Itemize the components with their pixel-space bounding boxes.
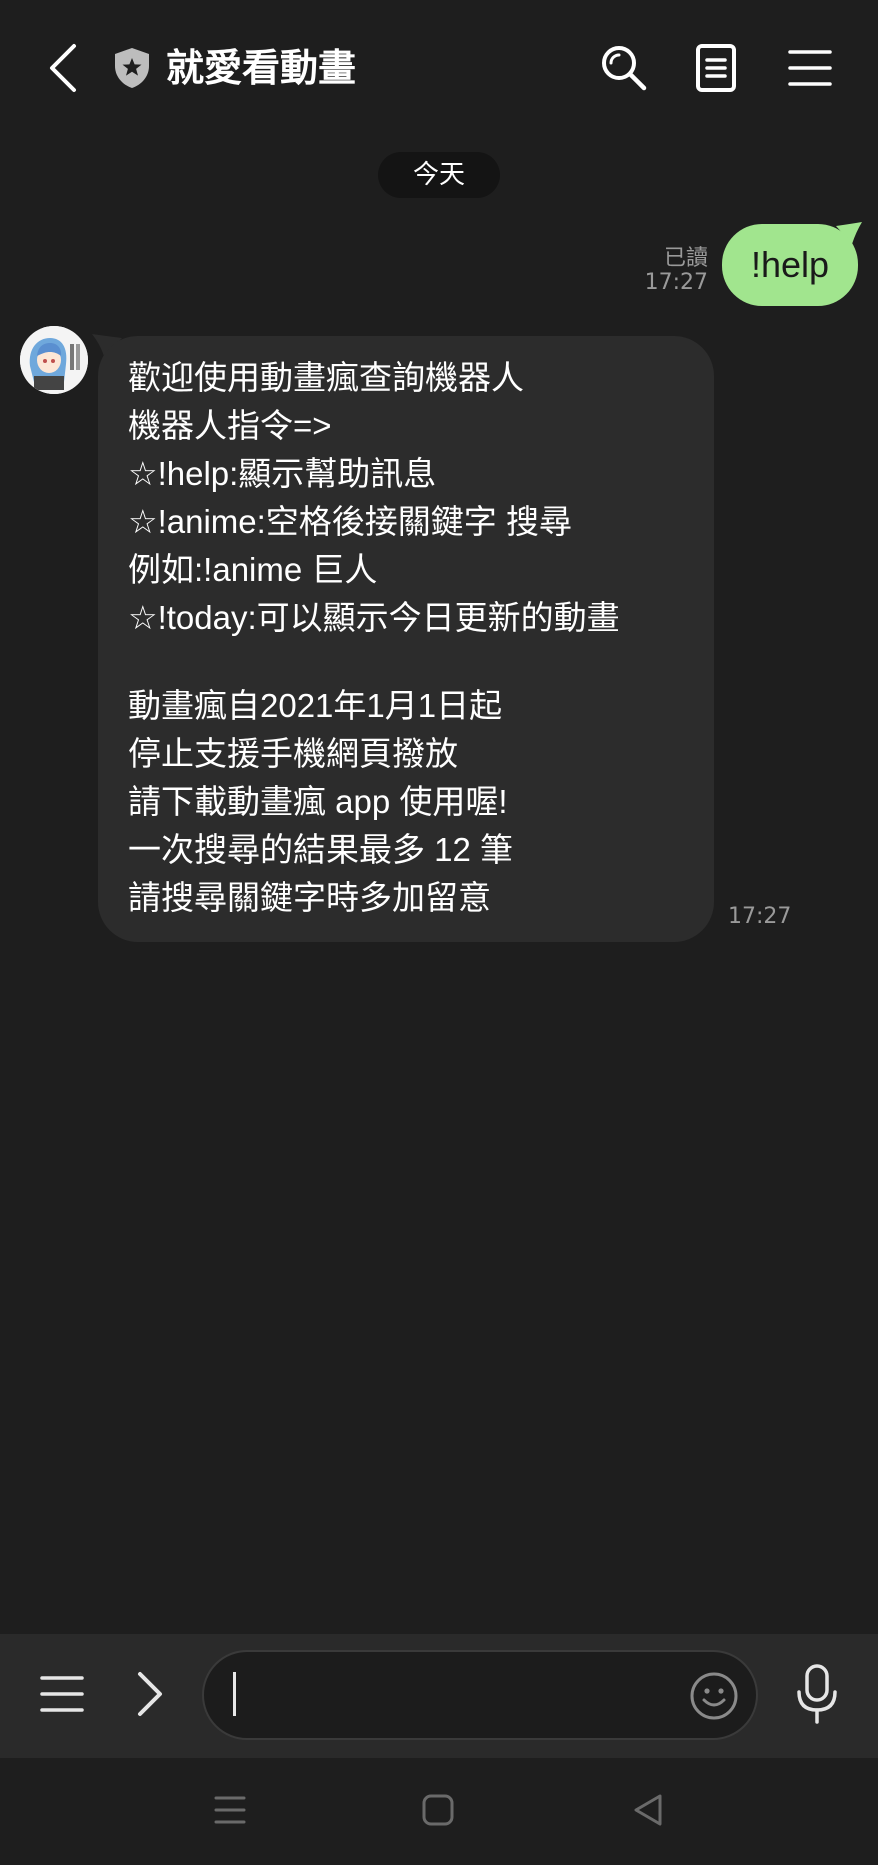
more-menu-button[interactable]	[36, 1670, 88, 1718]
menu-icon	[40, 1676, 84, 1712]
message-line: 一次搜尋的結果最多 12 筆	[128, 831, 514, 868]
text-cursor	[233, 1672, 236, 1716]
back-triangle-icon	[634, 1794, 662, 1826]
recents-button[interactable]	[210, 1790, 250, 1830]
bot-avatar-icon	[20, 326, 88, 394]
message-line: 請搜尋關鍵字時多加留意	[128, 879, 491, 916]
date-separator: 今天	[378, 152, 500, 198]
mic-icon	[797, 1664, 837, 1724]
chevron-right-icon	[138, 1672, 162, 1716]
search-button[interactable]	[594, 38, 654, 98]
message-line: 歡迎使用動畫瘋查詢機器人	[128, 359, 524, 396]
back-icon	[50, 44, 76, 92]
bot-avatar[interactable]	[20, 326, 88, 394]
incoming-message-text: 歡迎使用動畫瘋查詢機器人 機器人指令=> ☆!help:顯示幫助訊息 ☆!ani…	[128, 354, 708, 922]
search-icon	[602, 46, 647, 91]
chat-title: 就愛看動畫	[166, 46, 357, 90]
outgoing-message-text: !help	[750, 244, 830, 285]
outgoing-timestamp: 17:27	[644, 270, 708, 295]
menu-button[interactable]	[780, 38, 840, 98]
read-receipt: 已讀	[663, 246, 708, 271]
home-icon	[422, 1794, 454, 1826]
message-line: ☆!today:可以顯示今日更新的動畫	[128, 599, 620, 636]
notes-button[interactable]	[686, 38, 746, 98]
emoji-icon	[690, 1672, 738, 1720]
voice-input-button[interactable]	[792, 1662, 842, 1726]
recents-icon	[214, 1796, 246, 1824]
message-line: ☆!help:顯示幫助訊息	[128, 455, 437, 492]
message-line: ☆!anime:空格後接關鍵字 搜尋	[128, 503, 572, 540]
menu-icon	[788, 50, 832, 86]
system-back-button[interactable]	[628, 1790, 668, 1830]
shield-icon	[112, 46, 152, 90]
message-line: 請下載動畫瘋 app 使用喔!	[128, 783, 508, 820]
home-button[interactable]	[418, 1790, 458, 1830]
back-button[interactable]	[40, 38, 92, 98]
message-input[interactable]	[232, 1664, 676, 1726]
message-line: 例如:!anime 巨人	[128, 551, 378, 588]
expand-tools-button[interactable]	[130, 1668, 170, 1720]
message-line: 機器人指令=>	[128, 407, 332, 444]
chat-screen: 就愛看動畫 今天 已讀 17:27 !help 歡迎使用動畫瘋查詢機器人 機器人…	[0, 0, 878, 1865]
message-line: 停止支援手機網頁撥放	[128, 735, 458, 772]
notes-icon	[696, 44, 736, 92]
emoji-button[interactable]	[688, 1670, 740, 1722]
chat-header: 就愛看動畫	[0, 0, 878, 136]
message-line: 動畫瘋自2021年1月1日起	[128, 687, 503, 724]
incoming-timestamp: 17:27	[728, 904, 792, 929]
